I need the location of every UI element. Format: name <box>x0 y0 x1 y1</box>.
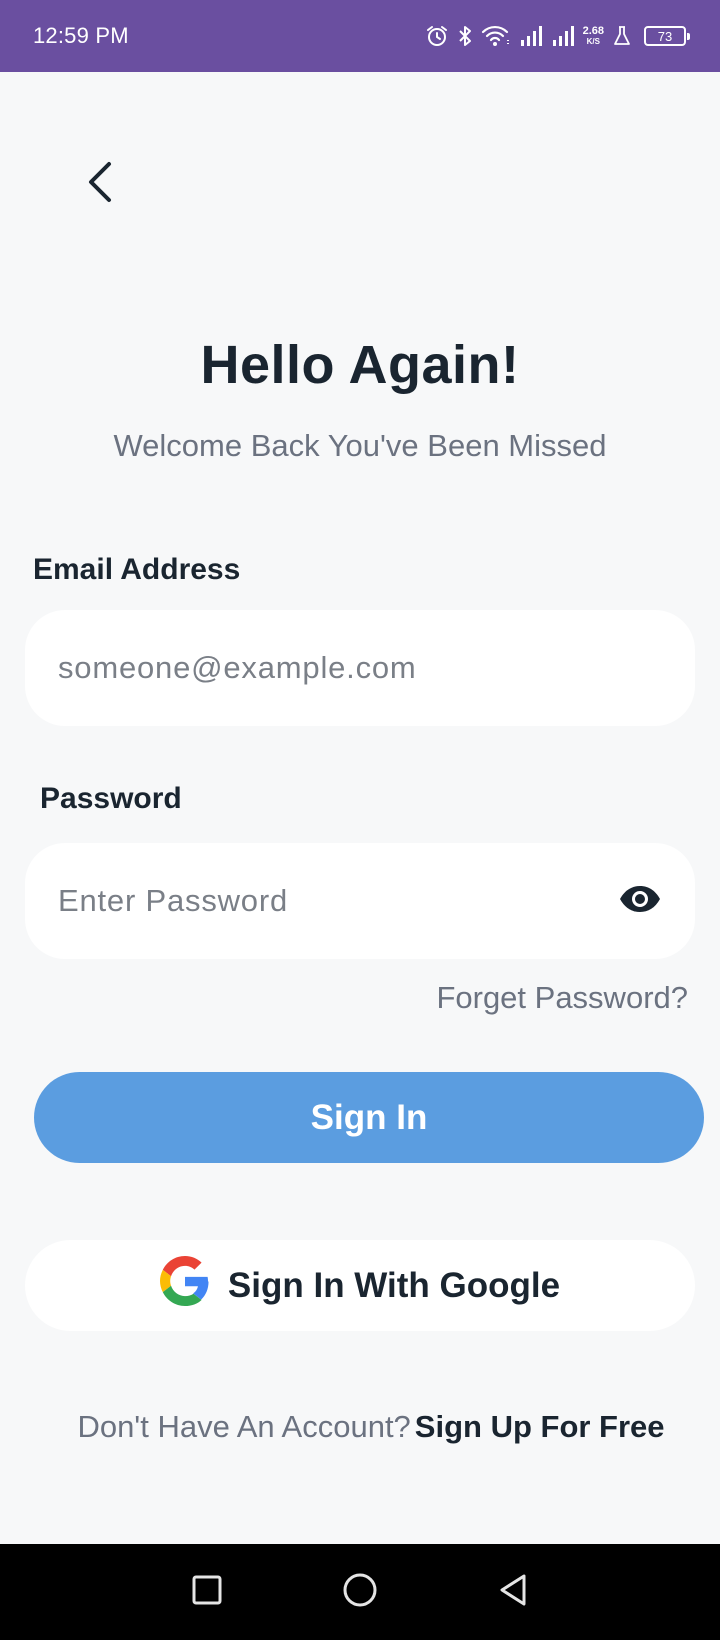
recents-square-icon <box>191 1574 223 1611</box>
alarm-icon <box>425 24 449 48</box>
forgot-password-link[interactable]: Forget Password? <box>436 980 688 1016</box>
system-back-button[interactable] <box>483 1562 543 1622</box>
sign-up-link[interactable]: Sign Up For Free <box>415 1409 665 1445</box>
chevron-left-icon <box>85 160 115 209</box>
bluetooth-icon <box>457 24 473 48</box>
password-visibility-toggle[interactable] <box>617 878 663 924</box>
back-triangle-icon <box>497 1573 529 1612</box>
signup-prompt: Don't Have An Account? <box>77 1409 411 1444</box>
network-speed-value: 2.68 <box>582 25 604 37</box>
eye-icon <box>618 884 662 919</box>
network-speed: 2.68 K/S <box>582 25 604 47</box>
google-sign-in-label: Sign In With Google <box>227 1265 561 1305</box>
sign-in-button[interactable]: Sign In <box>34 1072 704 1163</box>
google-sign-in-button[interactable]: Sign In With Google <box>25 1240 695 1331</box>
battery-icon: 73 <box>644 26 690 46</box>
home-button[interactable] <box>330 1562 390 1622</box>
recents-button[interactable] <box>177 1562 237 1622</box>
status-icons: 2.68 K/S 73 <box>425 24 690 48</box>
home-circle-icon <box>342 1572 378 1613</box>
password-field-container <box>25 843 695 959</box>
signup-row: Don't Have An Account? Sign Up For Free <box>0 1409 720 1445</box>
status-bar: 12:59 PM 2.68 K/S 73 <box>0 0 720 72</box>
page-title: Hello Again! <box>200 335 520 395</box>
lab-icon <box>612 25 632 47</box>
wifi-icon <box>481 24 511 48</box>
email-input[interactable] <box>58 650 663 686</box>
password-input[interactable] <box>58 883 617 919</box>
email-label: Email Address <box>33 553 241 586</box>
page-subtitle: Welcome Back You've Been Missed <box>113 428 607 463</box>
system-nav-bar <box>0 1544 720 1640</box>
back-button[interactable] <box>78 158 122 210</box>
network-speed-unit: K/S <box>586 37 600 46</box>
signal-icon <box>551 25 575 47</box>
status-time: 12:59 PM <box>33 23 129 48</box>
email-field-container <box>25 610 695 726</box>
google-logo-icon <box>159 1256 210 1315</box>
signal-icon <box>519 25 543 47</box>
password-label: Password <box>40 782 182 815</box>
battery-level: 73 <box>657 28 673 44</box>
